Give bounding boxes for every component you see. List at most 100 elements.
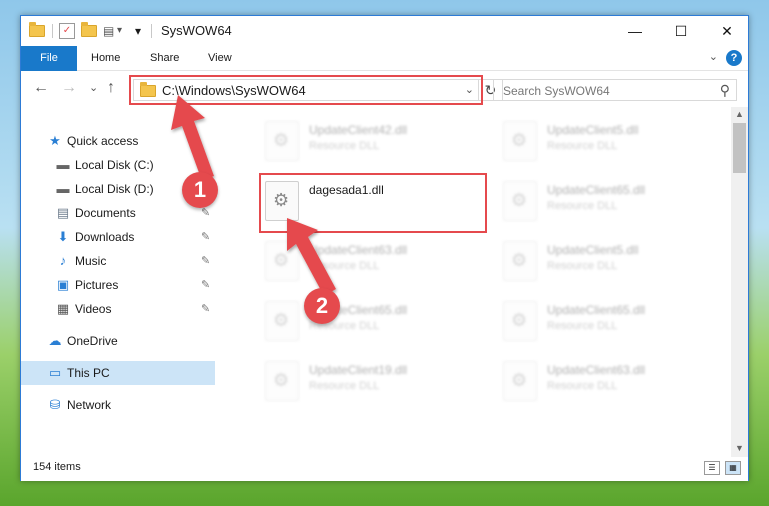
scrollbar-thumb[interactable]	[733, 123, 746, 173]
ribbon-tabs: File Home Share View ⌄ ?	[21, 46, 748, 71]
file-type: Resource DLL	[547, 380, 618, 392]
forward-button[interactable]: →	[61, 80, 77, 96]
sidebar-item-network[interactable]: ⛁ Network	[21, 393, 215, 417]
gear-icon: ⚙	[273, 250, 290, 270]
dll-file-icon: ⚙	[503, 241, 537, 281]
gear-icon: ⚙	[511, 370, 528, 390]
file-item[interactable]: ⚙ UpdateClient19.dll Resource DLL	[259, 357, 479, 407]
file-type: Resource DLL	[547, 260, 618, 272]
documents-icon: ▤	[56, 205, 70, 220]
file-type: Resource DLL	[309, 140, 380, 152]
sidebar-item-label: Network	[67, 398, 112, 412]
file-type: Resource DLL	[547, 140, 618, 152]
file-name: UpdateClient65.dll	[547, 303, 646, 317]
pin-icon[interactable]: ✎	[201, 273, 210, 297]
dll-file-icon: ⚙	[503, 181, 537, 221]
file-name: UpdateClient63.dll	[309, 243, 408, 257]
tab-file[interactable]: File	[21, 46, 77, 71]
recent-locations-button[interactable]: ⌄	[89, 80, 98, 96]
pin-icon[interactable]: ✎	[201, 249, 210, 273]
sidebar-item-label: Documents	[75, 206, 136, 220]
address-highlight-box	[129, 75, 483, 105]
large-icons-view-button[interactable]: ▦	[725, 461, 741, 475]
gear-icon: ⚙	[511, 250, 528, 270]
file-type: Resource DLL	[547, 320, 618, 332]
divider	[151, 24, 152, 38]
status-bar: 154 items ☰ ▦	[21, 457, 748, 481]
file-list: ⚙ UpdateClient63.dll Resource DLL ⚙ UpdateCl…	[235, 107, 731, 457]
sidebar-item-music[interactable]: ♪ Music ✎	[21, 249, 215, 273]
music-icon: ♪	[59, 253, 67, 268]
new-folder-icon[interactable]	[81, 22, 97, 39]
details-view-button[interactable]: ☰	[704, 461, 720, 475]
quick-access-toolbar-dropdown[interactable]: ▾	[135, 23, 151, 39]
scroll-up-button[interactable]: ▲	[731, 109, 748, 119]
file-item[interactable]: ⚙ UpdateClient65.dll Resource DLL	[259, 297, 479, 347]
sidebar-item-videos[interactable]: ▦ Videos ✎	[21, 297, 215, 321]
sidebar-item-label: Videos	[75, 302, 112, 316]
sidebar-item-documents[interactable]: ▤ Documents ✎	[21, 201, 215, 225]
file-item[interactable]: ⚙ UpdateClient42.dll Resource DLL	[259, 117, 479, 167]
tab-share[interactable]: Share	[150, 46, 179, 71]
dll-file-icon: ⚙	[503, 121, 537, 161]
up-button[interactable]: ↑	[107, 80, 115, 96]
folder-icon	[29, 22, 45, 39]
video-icon: ▦	[56, 301, 70, 316]
dll-file-icon: ⚙	[265, 121, 299, 161]
properties-icon[interactable]: ✓	[59, 23, 75, 39]
maximize-button[interactable]: ☐	[658, 16, 704, 46]
title-bar: ✓ ▤ ▾ ▾ SysWOW64 — ☐ ✕	[21, 16, 748, 46]
file-item[interactable]: ⚙ UpdateClient65.dll Resource DLL	[497, 297, 717, 347]
gear-icon: ⚙	[511, 130, 528, 150]
download-icon: ⬇	[57, 229, 69, 244]
help-button[interactable]: ?	[726, 50, 742, 66]
ribbon-expand-icon[interactable]: ⌄	[709, 50, 718, 63]
sidebar-item-onedrive[interactable]: ☁ OneDrive	[21, 329, 215, 353]
sidebar-item-quick-access[interactable]: ★ Quick access	[21, 129, 215, 153]
drive-icon: ▬	[56, 157, 70, 172]
dll-file-icon: ⚙	[265, 301, 299, 341]
file-item[interactable]: ⚙ UpdateClient5.dll Resource DLL	[497, 117, 717, 167]
dll-file-icon: ⚙	[265, 361, 299, 401]
file-item[interactable]: ⚙ UpdateClient65.dll Resource DLL	[497, 177, 717, 227]
pictures-icon: ▣	[56, 277, 70, 292]
file-name: UpdateClient5.dll	[547, 123, 639, 137]
navigation-pane: ★ Quick access ▬ Local Disk (C:) ✎ ▬ Local Dis…	[21, 107, 215, 457]
search-input[interactable]: Search SysWOW64	[503, 84, 610, 98]
vertical-scrollbar[interactable]: ▲ ▼	[731, 107, 748, 457]
dll-file-icon: ⚙	[503, 301, 537, 341]
scroll-down-button[interactable]: ▼	[731, 443, 748, 453]
pin-icon[interactable]: ✎	[201, 225, 210, 249]
navigation-bar: ← → ⌄ ↑ C:\Windows\SysWOW64 ⌄ ↻ Search S…	[21, 71, 748, 107]
search-box[interactable]: Search SysWOW64 ⚲	[493, 79, 737, 101]
dll-file-icon: ⚙	[265, 241, 299, 281]
file-name: UpdateClient5.dll	[547, 243, 639, 257]
sidebar-item-label: This PC	[67, 366, 110, 380]
computer-icon: ▭	[48, 365, 62, 380]
close-button[interactable]: ✕	[704, 16, 750, 46]
search-icon[interactable]: ⚲	[720, 82, 730, 99]
dll-file-icon: ⚙	[503, 361, 537, 401]
file-item[interactable]: ⚙ UpdateClient5.dll Resource DLL	[497, 237, 717, 287]
sidebar-item-local-disk-c[interactable]: ▬ Local Disk (C:) ✎	[21, 153, 215, 177]
cloud-icon: ☁	[48, 333, 62, 348]
tab-view[interactable]: View	[208, 46, 232, 71]
item-count: 154 items	[33, 461, 81, 473]
pin-icon[interactable]: ✎	[201, 297, 210, 321]
tab-home[interactable]: Home	[91, 46, 120, 71]
file-item[interactable]: ⚙ UpdateClient63.dll Resource DLL	[259, 237, 479, 287]
star-icon: ★	[49, 133, 61, 148]
sidebar-item-pictures[interactable]: ▣ Pictures ✎	[21, 273, 215, 297]
minimize-button[interactable]: —	[612, 16, 658, 46]
gear-icon: ⚙	[511, 310, 528, 330]
file-item[interactable]: ⚙ UpdateClient63.dll Resource DLL	[497, 357, 717, 407]
sidebar-item-downloads[interactable]: ⬇ Downloads ✎	[21, 225, 215, 249]
sidebar-item-label: Downloads	[75, 230, 135, 244]
back-button[interactable]: ←	[33, 80, 49, 96]
gear-icon: ⚙	[273, 370, 290, 390]
step-marker-1: 1	[182, 172, 218, 208]
sidebar-item-label: Quick access	[67, 134, 139, 148]
sidebar-item-this-pc[interactable]: ▭ This PC	[21, 361, 215, 385]
quick-access-dropdown[interactable]: ▾	[117, 23, 133, 39]
file-name: UpdateClient65.dll	[547, 183, 646, 197]
